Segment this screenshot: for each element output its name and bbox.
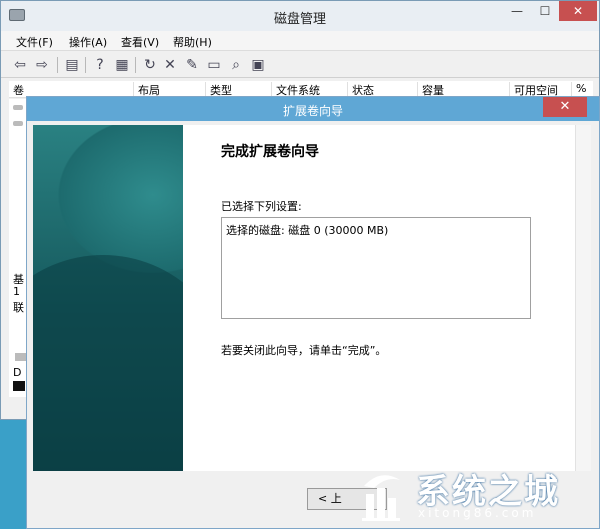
disk-label-fragment: 1 [13, 285, 20, 298]
column-type[interactable]: 类型 [205, 82, 232, 97]
wizard-titlebar[interactable]: 扩展卷向导 ✕ [27, 97, 599, 121]
wizard-title: 扩展卷向导 [282, 104, 343, 118]
column-percent[interactable]: % [571, 82, 586, 97]
wizard-close-hint: 若要关闭此向导，请单击“完成”。 [221, 344, 387, 357]
menu-file[interactable]: 文件(F) [16, 34, 53, 50]
toolbar-separator [135, 57, 136, 73]
toolbar-separator [85, 57, 86, 73]
column-free-space[interactable]: 可用空间 [509, 82, 558, 97]
column-layout[interactable]: 布局 [133, 82, 160, 97]
search-icon[interactable]: ⌕ [227, 56, 245, 74]
column-filesystem[interactable]: 文件系统 [271, 82, 320, 97]
volume-icon [13, 121, 23, 126]
castle-logo-icon [362, 475, 400, 521]
watermark-url: xitong86.com [418, 506, 537, 520]
banner-decoration [33, 255, 183, 471]
column-volume[interactable]: 卷 [9, 82, 24, 97]
delete-icon[interactable]: ✕ [161, 56, 179, 74]
selected-settings-text: 选择的磁盘: 磁盘 0 (30000 MB) [226, 224, 389, 237]
properties-icon[interactable]: ✎ [183, 56, 201, 74]
wizard-scrollbar[interactable] [575, 125, 591, 471]
column-capacity[interactable]: 容量 [417, 82, 444, 97]
wizard-content-panel: 完成扩展卷向导 已选择下列设置: 选择的磁盘: 磁盘 0 (30000 MB) … [183, 125, 575, 471]
wizard-close-button[interactable]: ✕ [543, 97, 587, 117]
menu-view[interactable]: 查看(V) [121, 34, 159, 50]
disk-label-fragment: 联 [13, 301, 24, 314]
view-icon[interactable]: ▣ [249, 56, 267, 74]
properties-grid-icon[interactable]: ▦ [113, 56, 131, 74]
toolbar: ⇦ ⇨ ▤ ? ▦ ↻ ✕ ✎ ▭ ⌕ ▣ [1, 52, 599, 78]
column-status[interactable]: 状态 [347, 82, 374, 97]
unallocated-legend-swatch [13, 381, 25, 391]
main-titlebar[interactable]: 磁盘管理 — ☐ ✕ [1, 1, 599, 31]
watermark: 系统之城 xitong86.com [344, 462, 600, 529]
wizard-heading: 完成扩展卷向导 [221, 144, 319, 160]
disk-label-fragment: D [13, 366, 22, 379]
volume-icon [13, 105, 23, 110]
console-tree-icon[interactable]: ▤ [63, 56, 81, 74]
open-folder-icon[interactable]: ▭ [205, 56, 223, 74]
forward-arrow-icon[interactable]: ⇨ [33, 56, 51, 74]
maximize-button[interactable]: ☐ [531, 1, 559, 21]
menu-help[interactable]: 帮助(H) [173, 34, 212, 50]
menu-action[interactable]: 操作(A) [69, 34, 107, 50]
menubar: 文件(F) 操作(A) 查看(V) 帮助(H) [1, 31, 599, 51]
wizard-banner-image [33, 125, 183, 471]
back-arrow-icon[interactable]: ⇦ [11, 56, 29, 74]
minimize-button[interactable]: — [503, 1, 531, 21]
help-icon[interactable]: ? [91, 56, 109, 74]
selected-settings-textbox[interactable]: 选择的磁盘: 磁盘 0 (30000 MB) [221, 217, 531, 319]
selected-settings-label: 已选择下列设置: [221, 200, 302, 213]
main-close-button[interactable]: ✕ [559, 1, 597, 21]
refresh-icon[interactable]: ↻ [141, 56, 159, 74]
toolbar-separator [57, 57, 58, 73]
